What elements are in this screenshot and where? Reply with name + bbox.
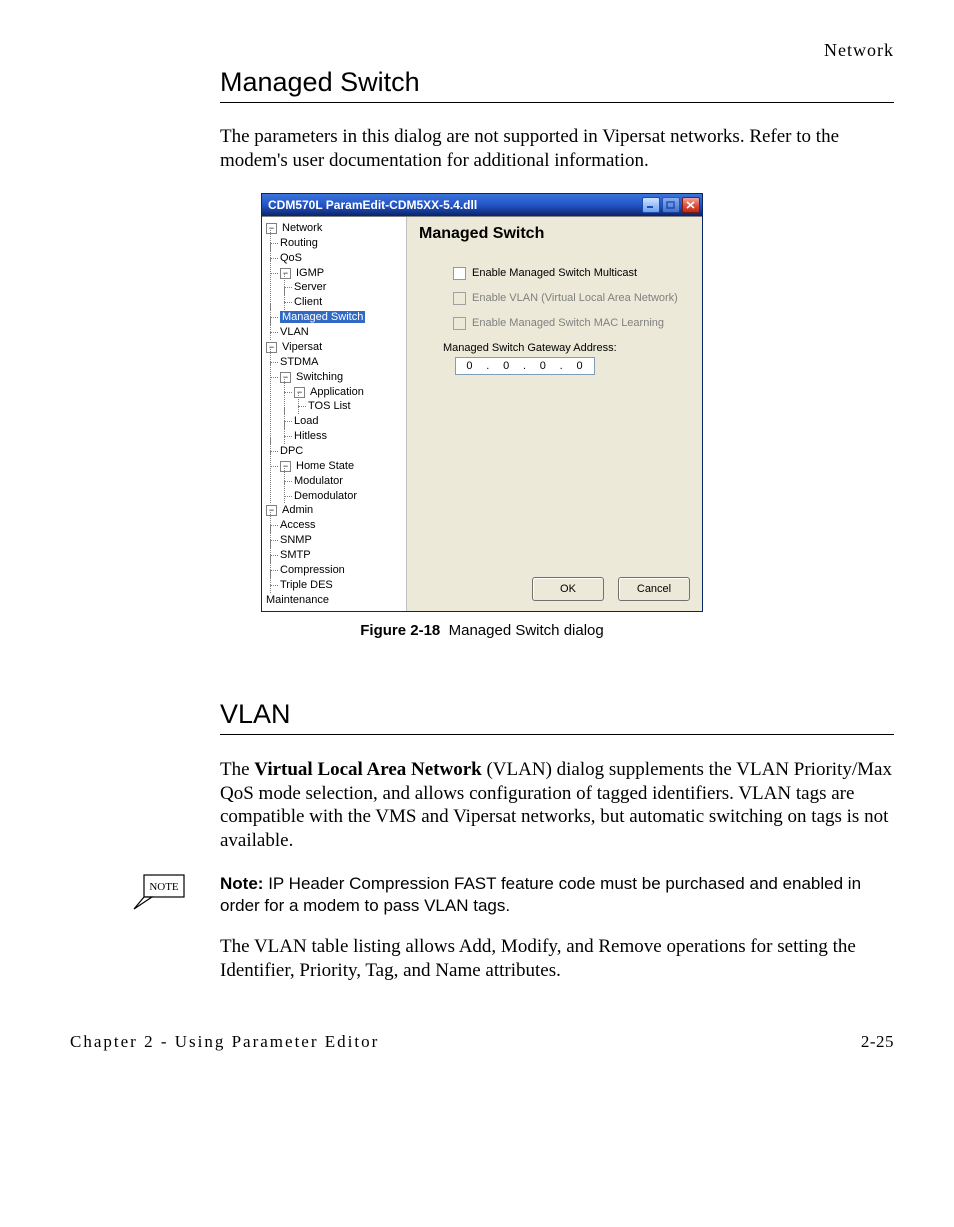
- checkbox-label-multicast: Enable Managed Switch Multicast: [472, 267, 637, 279]
- tree-modulator[interactable]: Modulator: [294, 475, 343, 487]
- tree-dpc[interactable]: DPC: [280, 445, 303, 457]
- section-heading-managed-switch: Managed Switch: [220, 67, 894, 103]
- figure-label: Figure 2-18: [360, 622, 440, 639]
- pane-title: Managed Switch: [419, 225, 692, 243]
- expand-icon[interactable]: [280, 268, 291, 279]
- tree-hitless[interactable]: Hitless: [294, 430, 327, 442]
- tree-maintenance[interactable]: Maintenance: [266, 594, 329, 606]
- checkbox-vlan: [453, 292, 466, 305]
- tree-access[interactable]: Access: [280, 519, 315, 531]
- minimize-button[interactable]: [642, 197, 660, 213]
- expand-icon[interactable]: [266, 505, 277, 516]
- note-label: Note:: [220, 874, 263, 893]
- checkbox-row-vlan: Enable VLAN (Virtual Local Area Network): [453, 292, 692, 305]
- checkbox-row-multicast[interactable]: Enable Managed Switch Multicast: [453, 267, 692, 280]
- checkbox-label-mac: Enable Managed Switch MAC Learning: [472, 317, 664, 329]
- ip-octet-1[interactable]: 0: [466, 360, 473, 372]
- tree-qos[interactable]: QoS: [280, 252, 302, 264]
- expand-icon[interactable]: [294, 387, 305, 398]
- tree-application[interactable]: Application: [310, 385, 364, 400]
- note-icon: NOTE: [130, 873, 182, 909]
- vlan-intro: The Virtual Local Area Network (VLAN) di…: [220, 758, 894, 853]
- expand-icon[interactable]: [266, 342, 277, 353]
- tree-managed-switch[interactable]: Managed Switch: [280, 311, 365, 323]
- page-header-right: Network: [70, 40, 894, 61]
- tree-network[interactable]: Network: [282, 221, 322, 236]
- nav-tree[interactable]: Network Routing QoS IGMP Server Client: [262, 217, 407, 611]
- maximize-button[interactable]: [662, 197, 680, 213]
- footer-chapter: Chapter 2 - Using Parameter Editor: [70, 1032, 379, 1052]
- ip-octet-3[interactable]: 0: [540, 360, 547, 372]
- tree-demodulator[interactable]: Demodulator: [294, 490, 357, 502]
- checkbox-multicast[interactable]: [453, 267, 466, 280]
- dialog-titlebar[interactable]: CDM570L ParamEdit-CDM5XX-5.4.dll: [262, 194, 702, 216]
- ip-octet-4[interactable]: 0: [576, 360, 583, 372]
- close-button[interactable]: [682, 197, 700, 213]
- tree-tripledes[interactable]: Triple DES: [280, 579, 333, 591]
- tree-vlan[interactable]: VLAN: [280, 326, 309, 338]
- gateway-address-label: Managed Switch Gateway Address:: [443, 342, 692, 354]
- section-heading-vlan: VLAN: [220, 699, 894, 735]
- tree-routing[interactable]: Routing: [280, 237, 318, 249]
- managed-switch-intro: The parameters in this dialog are not su…: [220, 125, 894, 173]
- tree-vipersat[interactable]: Vipersat: [282, 340, 322, 355]
- note-body: IP Header Compression FAST feature code …: [220, 874, 861, 915]
- note-text: Note: IP Header Compression FAST feature…: [220, 873, 894, 917]
- cancel-button[interactable]: Cancel: [618, 577, 690, 601]
- tree-igmp[interactable]: IGMP: [296, 266, 324, 281]
- dialog-title: CDM570L ParamEdit-CDM5XX-5.4.dll: [268, 198, 477, 212]
- note-icon-text: NOTE: [149, 881, 179, 893]
- vlan-after-note: The VLAN table listing allows Add, Modif…: [220, 935, 894, 983]
- expand-icon[interactable]: [280, 461, 291, 472]
- expand-icon[interactable]: [266, 223, 277, 234]
- figure-caption-text: Managed Switch dialog: [449, 622, 604, 639]
- gateway-address-input[interactable]: 0. 0. 0. 0: [455, 357, 595, 375]
- tree-toslist[interactable]: TOS List: [308, 400, 351, 412]
- footer-page-number: 2-25: [861, 1032, 894, 1052]
- dialog-content-pane: Managed Switch Enable Managed Switch Mul…: [407, 217, 702, 611]
- checkbox-label-vlan: Enable VLAN (Virtual Local Area Network): [472, 292, 678, 304]
- tree-stdma[interactable]: STDMA: [280, 356, 319, 368]
- managed-switch-dialog: CDM570L ParamEdit-CDM5XX-5.4.dll: [261, 193, 703, 612]
- ip-octet-2[interactable]: 0: [503, 360, 510, 372]
- tree-load[interactable]: Load: [294, 415, 318, 427]
- ok-button[interactable]: OK: [532, 577, 604, 601]
- checkbox-row-mac: Enable Managed Switch MAC Learning: [453, 317, 692, 330]
- expand-icon[interactable]: [280, 372, 291, 383]
- page-footer: Chapter 2 - Using Parameter Editor 2-25: [70, 1032, 894, 1052]
- tree-compression[interactable]: Compression: [280, 564, 345, 576]
- tree-client[interactable]: Client: [294, 296, 322, 308]
- tree-server[interactable]: Server: [294, 281, 326, 293]
- tree-admin[interactable]: Admin: [282, 503, 313, 518]
- tree-snmp[interactable]: SNMP: [280, 534, 312, 546]
- tree-home-state[interactable]: Home State: [296, 459, 354, 474]
- figure-caption: Figure 2-18 Managed Switch dialog: [70, 622, 894, 639]
- checkbox-mac: [453, 317, 466, 330]
- tree-switching[interactable]: Switching: [296, 370, 343, 385]
- tree-smtp[interactable]: SMTP: [280, 549, 311, 561]
